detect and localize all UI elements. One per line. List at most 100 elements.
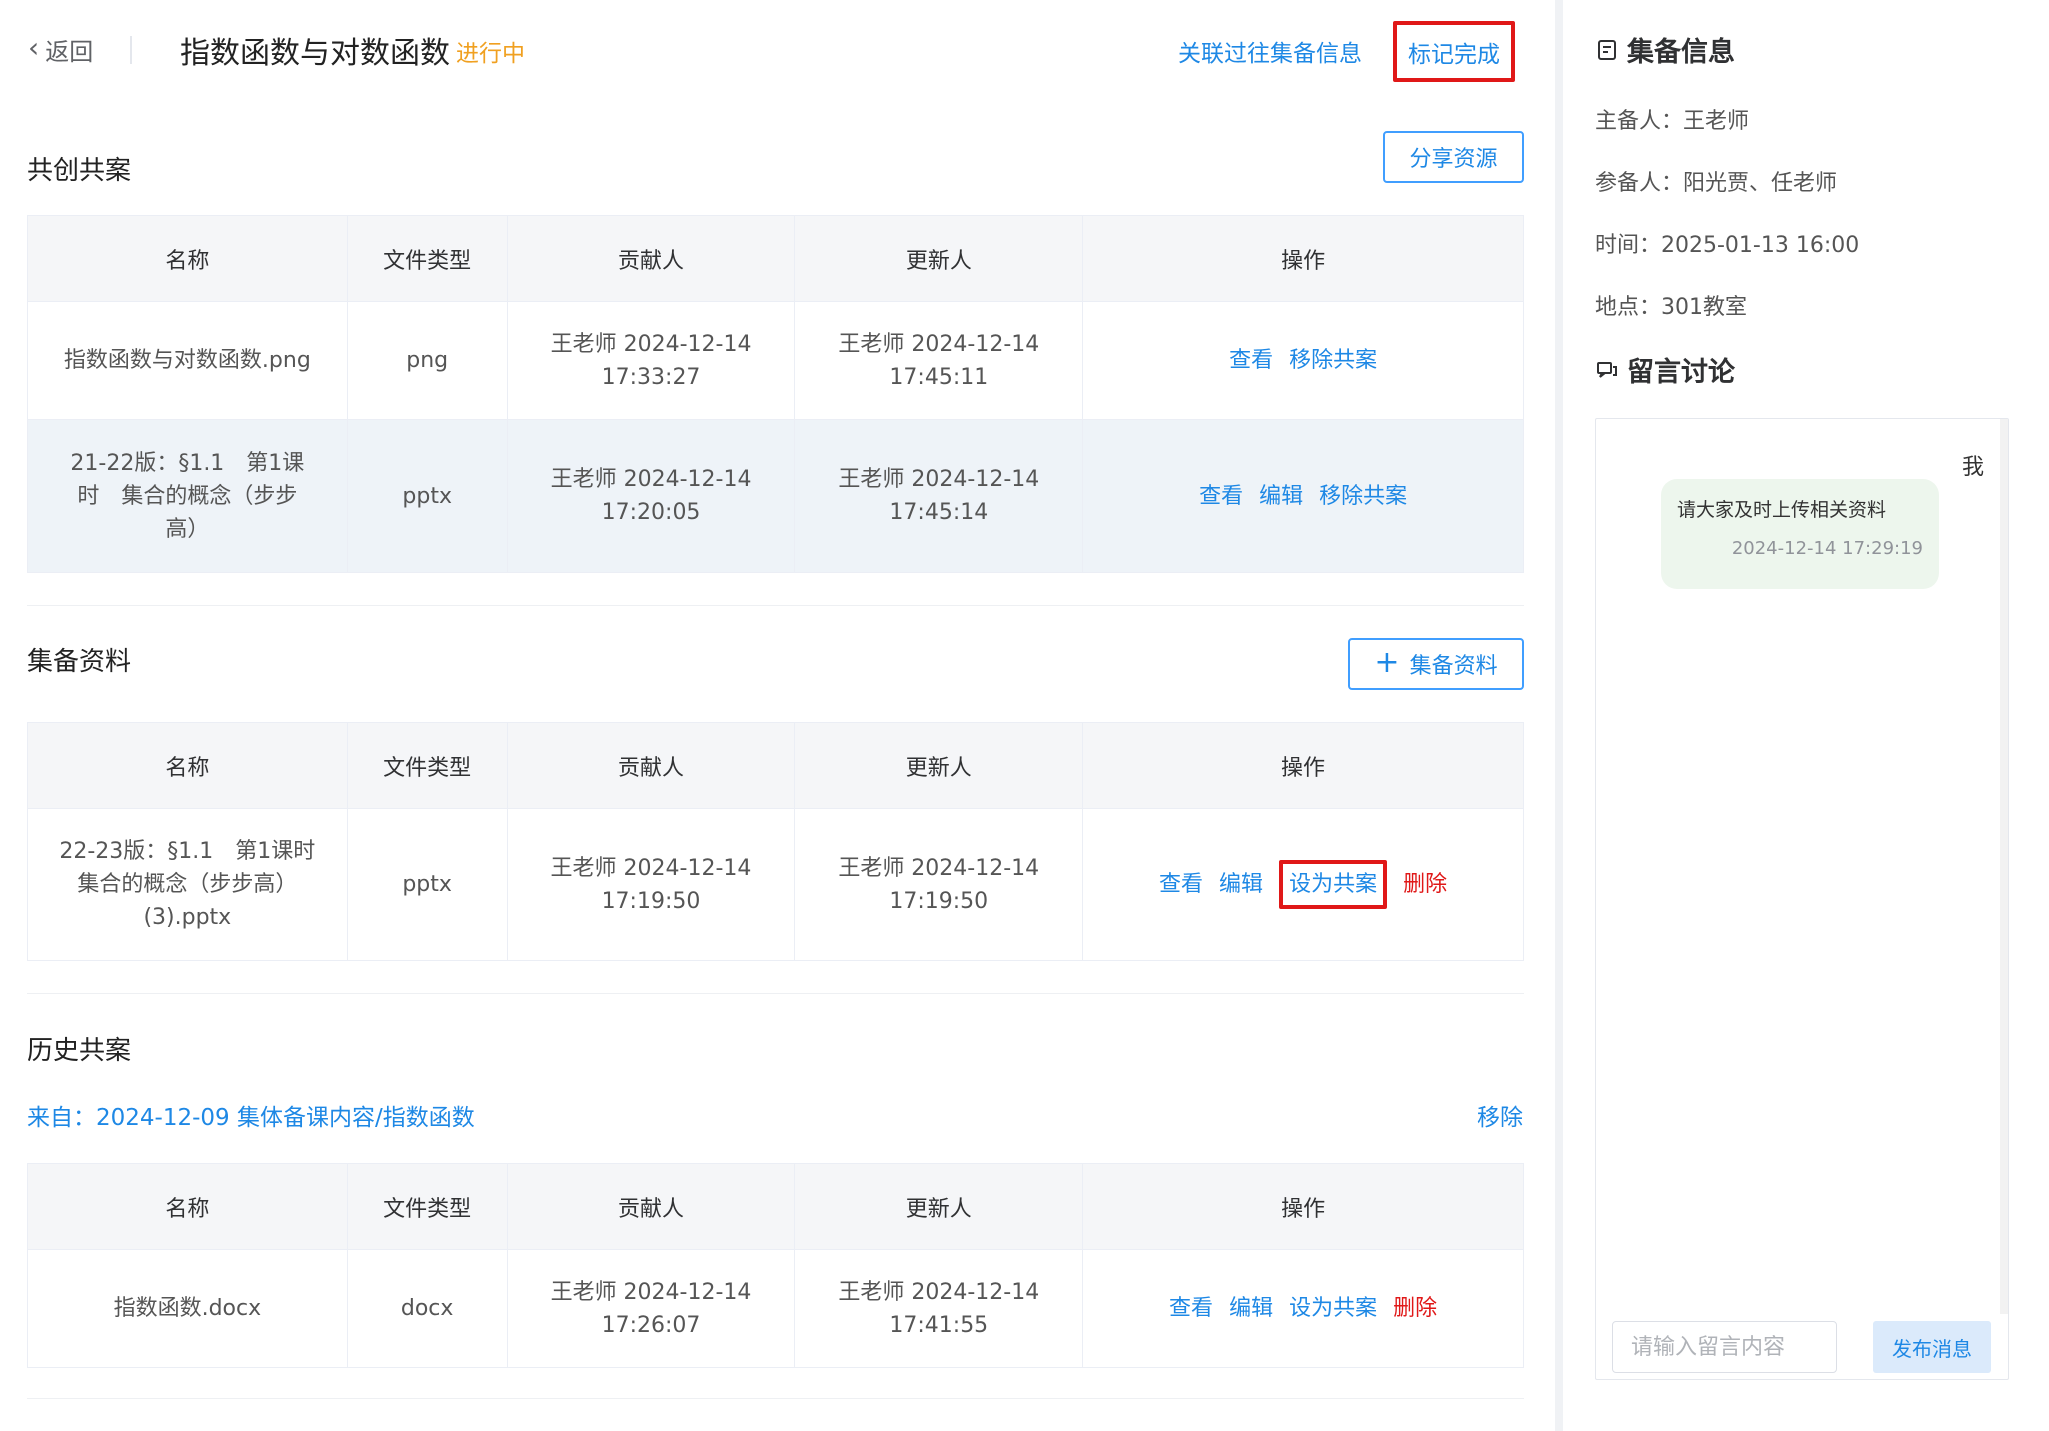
table-row: 21-22版：§1.1 第1课时 集合的概念（步步 高） pptx 王老师 202… — [27, 419, 1524, 573]
history-source-link[interactable]: 来自：2024-12-09 集体备课内容/指数函数 — [27, 1098, 475, 1132]
document-icon — [1598, 39, 1616, 60]
participants: 参备人：阳光贾、任老师 — [1595, 171, 1838, 196]
updater-time: 17:41:55 — [889, 1312, 989, 1338]
mark-done-button[interactable]: 标记完成 — [1393, 21, 1515, 82]
discuss-heading: 留言讨论 — [1595, 350, 1735, 389]
file-name-line: 22-23版：§1.1 第1课时 — [59, 839, 316, 864]
updater-time: 17:45:14 — [889, 500, 989, 525]
column-header-updater: 更新人 — [794, 1163, 1084, 1250]
discuss-title: 留言讨论 — [1627, 357, 1735, 388]
updater-line: 王老师 2024-12-14 — [838, 331, 1040, 357]
delete-link[interactable]: 删除 — [1393, 1292, 1437, 1325]
status-badge: 进行中 — [456, 41, 525, 67]
view-link[interactable]: 查看 — [1199, 480, 1243, 513]
co-create-title: 共创共案 — [27, 156, 132, 186]
related-history-link[interactable]: 关联过往集备信息 — [1178, 34, 1362, 68]
section-divider — [27, 605, 1524, 606]
back-button[interactable]: ‹ 返回 — [28, 32, 93, 67]
send-message-button[interactable]: 发布消息 — [1873, 1321, 1991, 1373]
table-row: 22-23版：§1.1 第1课时 集合的概念（步步高） (3).pptx pptx … — [27, 808, 1524, 961]
add-prep-material-button[interactable]: + 集备资料 — [1348, 638, 1524, 690]
file-name: 指数函数.docx — [27, 1249, 348, 1368]
chat-scrollbar[interactable] — [2000, 419, 2008, 1314]
message-input[interactable] — [1612, 1321, 1837, 1373]
contributor-time: 17:33:27 — [601, 364, 701, 390]
contributor-line: 王老师 2024-12-14 — [550, 855, 752, 881]
file-name-line: 集合的概念（步步高） — [77, 872, 298, 897]
page-title: 指数函数与对数函数 — [180, 36, 450, 71]
table-row: 指数函数与对数函数.png png 王老师 2024-12-14 17:33:27… — [27, 301, 1524, 420]
column-header-contributor: 贡献人 — [506, 215, 796, 302]
meeting-time: 时间：2025-01-13 16:00 — [1595, 233, 1860, 258]
column-header-actions: 操作 — [1082, 1163, 1524, 1250]
column-header-name: 名称 — [27, 215, 348, 302]
actions-cell: 查看 编辑 设为共案 删除 — [1082, 808, 1524, 961]
info-heading: 集备信息 — [1595, 30, 1735, 69]
updater-cell: 王老师 2024-12-14 17:19:50 — [794, 808, 1084, 961]
updater-line: 王老师 2024-12-14 — [838, 467, 1040, 492]
contributor-line: 王老师 2024-12-14 — [550, 331, 752, 357]
message-bubble: 请大家及时上传相关资料 2024-12-14 17:29:19 — [1661, 479, 1939, 589]
contributor-line: 王老师 2024-12-14 — [550, 467, 752, 492]
message-text: 请大家及时上传相关资料 — [1677, 499, 1887, 521]
history-remove-link[interactable]: 移除 — [1477, 1098, 1523, 1132]
updater-line: 王老师 2024-12-14 — [838, 1279, 1040, 1305]
view-link[interactable]: 查看 — [1169, 1292, 1213, 1325]
view-link[interactable]: 查看 — [1229, 344, 1273, 377]
column-header-actions: 操作 — [1082, 215, 1524, 302]
back-label: 返回 — [45, 38, 94, 66]
view-link[interactable]: 查看 — [1159, 868, 1203, 901]
column-header-type: 文件类型 — [346, 1163, 508, 1250]
share-resource-label: 分享资源 — [1409, 147, 1498, 172]
chevron-left-icon: ‹ — [28, 30, 40, 64]
contributor-cell: 王老师 2024-12-14 17:19:50 — [506, 808, 796, 961]
column-header-actions: 操作 — [1082, 722, 1524, 809]
table-header-row: 名称 文件类型 贡献人 更新人 操作 — [27, 1163, 1524, 1250]
set-as-shared-link[interactable]: 设为共案 — [1279, 860, 1388, 909]
table-header-row: 名称 文件类型 贡献人 更新人 操作 — [27, 722, 1524, 809]
table-header-row: 名称 文件类型 贡献人 更新人 操作 — [27, 215, 1524, 302]
contributor-cell: 王老师 2024-12-14 17:26:07 — [506, 1249, 796, 1368]
co-create-table: 名称 文件类型 贡献人 更新人 操作 指数函数与对数函数.png png 王老师… — [27, 215, 1524, 573]
message-time: 2024-12-14 17:29:19 — [1731, 538, 1923, 559]
updater-time: 17:45:11 — [889, 364, 989, 390]
column-header-name: 名称 — [27, 1163, 348, 1250]
file-type: pptx — [346, 808, 508, 961]
updater-cell: 王老师 2024-12-14 17:41:55 — [794, 1249, 1084, 1368]
chat-icon — [1597, 361, 1617, 378]
column-header-contributor: 贡献人 — [506, 1163, 796, 1250]
updater-time: 17:19:50 — [889, 888, 989, 914]
file-name-line: 高） — [165, 516, 210, 542]
column-header-updater: 更新人 — [794, 722, 1084, 809]
sender-label: 我 — [1961, 455, 1984, 480]
file-type: pptx — [346, 419, 508, 573]
contributor-line: 王老师 2024-12-14 — [550, 1279, 752, 1305]
section-divider — [27, 993, 1524, 994]
info-title: 集备信息 — [1627, 37, 1735, 68]
edit-link[interactable]: 编辑 — [1229, 1292, 1273, 1325]
meeting-place: 地点：301教室 — [1595, 295, 1747, 320]
chat-box: 我 请大家及时上传相关资料 2024-12-14 17:29:19 发布消息 — [1595, 418, 2009, 1380]
column-header-updater: 更新人 — [794, 215, 1084, 302]
updater-cell: 王老师 2024-12-14 17:45:11 — [794, 301, 1084, 420]
column-header-type: 文件类型 — [346, 722, 508, 809]
edit-link[interactable]: 编辑 — [1219, 868, 1263, 901]
updater-cell: 王老师 2024-12-14 17:45:14 — [794, 419, 1084, 573]
share-resource-button[interactable]: 分享资源 — [1383, 131, 1524, 183]
delete-link[interactable]: 删除 — [1403, 868, 1447, 901]
set-as-shared-link[interactable]: 设为共案 — [1289, 1292, 1377, 1325]
history-table: 名称 文件类型 贡献人 更新人 操作 指数函数.docx docx 王老师 20… — [27, 1163, 1524, 1368]
remove-share-link[interactable]: 移除共案 — [1289, 344, 1377, 377]
file-name-line: 时 集合的概念（步步 — [77, 483, 298, 509]
file-name: 21-22版：§1.1 第1课时 集合的概念（步步 高） — [27, 419, 348, 573]
file-name-line: (3).pptx — [143, 905, 232, 930]
file-type: png — [346, 301, 508, 420]
table-row: 指数函数.docx docx 王老师 2024-12-14 17:26:07 王老… — [27, 1249, 1524, 1368]
prep-materials-title: 集备资料 — [27, 647, 132, 677]
header-divider — [130, 36, 132, 64]
remove-share-link[interactable]: 移除共案 — [1319, 480, 1407, 513]
file-name: 指数函数与对数函数.png — [27, 301, 348, 420]
contributor-time: 17:19:50 — [601, 888, 701, 914]
host-teacher: 主备人：王老师 — [1595, 109, 1750, 134]
edit-link[interactable]: 编辑 — [1259, 480, 1303, 513]
